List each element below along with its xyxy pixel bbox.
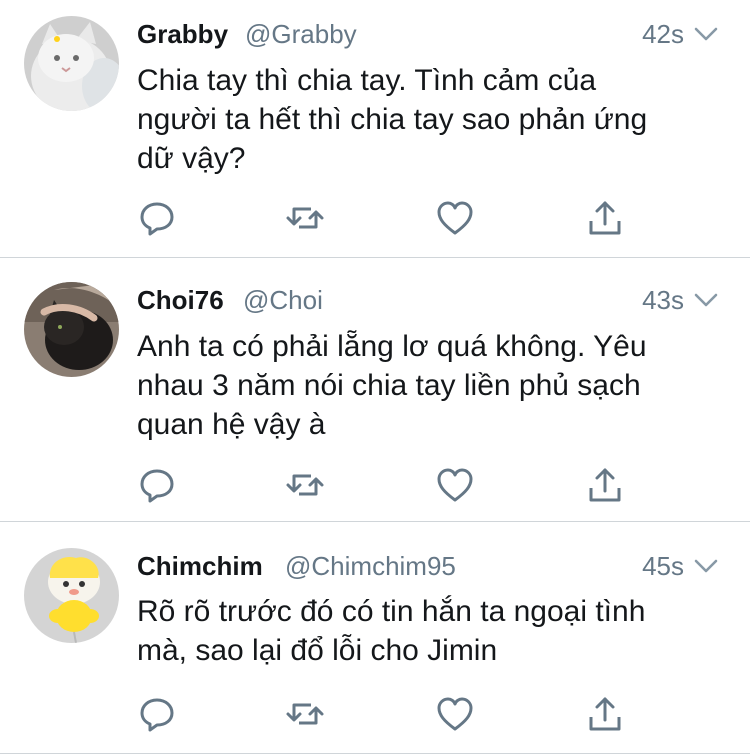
share-icon bbox=[589, 468, 621, 502]
share-icon bbox=[589, 201, 621, 235]
share-icon bbox=[589, 697, 621, 731]
share-button[interactable] bbox=[585, 198, 625, 238]
tweet[interactable]: Choi76 @Choi 43s Anh ta có phải lẵng lơ … bbox=[0, 259, 750, 522]
avatar[interactable] bbox=[24, 282, 119, 377]
retweet-button[interactable] bbox=[285, 465, 325, 505]
tweet-header: Grabby @Grabby 42s bbox=[137, 16, 720, 52]
reply-icon bbox=[140, 469, 174, 503]
timestamp[interactable]: 45s bbox=[642, 548, 684, 584]
user-handle[interactable]: @Chimchim95 bbox=[285, 548, 456, 584]
reply-icon bbox=[140, 698, 174, 732]
display-name[interactable]: Choi76 bbox=[137, 282, 224, 318]
like-button[interactable] bbox=[435, 198, 475, 238]
chevron-down-icon[interactable] bbox=[692, 552, 720, 580]
white-cat-avatar-image bbox=[24, 16, 119, 111]
tweet-header: Choi76 @Choi 43s bbox=[137, 282, 720, 318]
yellow-character-avatar-image bbox=[24, 548, 119, 643]
display-name[interactable]: Grabby bbox=[137, 16, 228, 52]
timestamp[interactable]: 42s bbox=[642, 16, 684, 52]
black-cat-avatar-image bbox=[24, 282, 119, 377]
divider bbox=[0, 257, 750, 258]
like-icon bbox=[437, 201, 473, 235]
divider bbox=[0, 521, 750, 522]
reply-button[interactable] bbox=[137, 465, 177, 505]
like-icon bbox=[437, 468, 473, 502]
reply-icon bbox=[140, 202, 174, 236]
user-handle[interactable]: @Grabby bbox=[245, 16, 357, 52]
retweet-icon bbox=[286, 474, 324, 496]
tweet-header: Chimchim @Chimchim95 45s bbox=[137, 548, 720, 584]
reply-button[interactable] bbox=[137, 198, 177, 238]
tweet-actions bbox=[137, 694, 637, 734]
retweet-icon bbox=[286, 703, 324, 725]
tweet-text: Rõ rõ trước đó có tin hắn ta ngoại tình … bbox=[137, 595, 646, 667]
timestamp[interactable]: 43s bbox=[642, 282, 684, 318]
retweet-button[interactable] bbox=[285, 198, 325, 238]
chevron-down-icon[interactable] bbox=[692, 286, 720, 314]
tweet-actions bbox=[137, 198, 637, 238]
tweet-text: Anh ta có phải lẵng lơ quá không. Yêu nh… bbox=[137, 330, 647, 441]
share-button[interactable] bbox=[585, 694, 625, 734]
avatar[interactable] bbox=[24, 548, 119, 643]
reply-button[interactable] bbox=[137, 694, 177, 734]
retweet-icon bbox=[286, 207, 324, 229]
like-button[interactable] bbox=[435, 465, 475, 505]
tweet[interactable]: Grabby @Grabby 42s Chia tay thì chia tay… bbox=[0, 0, 750, 258]
user-handle[interactable]: @Choi bbox=[243, 282, 323, 318]
avatar[interactable] bbox=[24, 16, 119, 111]
chevron-down-icon[interactable] bbox=[692, 20, 720, 48]
retweet-button[interactable] bbox=[285, 694, 325, 734]
tweet-actions bbox=[137, 465, 637, 505]
share-button[interactable] bbox=[585, 465, 625, 505]
tweet[interactable]: Chimchim @Chimchim95 45s Rõ rõ trước đó … bbox=[0, 523, 750, 754]
like-icon bbox=[437, 697, 473, 731]
like-button[interactable] bbox=[435, 694, 475, 734]
tweet-text: Chia tay thì chia tay. Tình cảm của ngườ… bbox=[137, 64, 648, 175]
display-name[interactable]: Chimchim bbox=[137, 548, 263, 584]
